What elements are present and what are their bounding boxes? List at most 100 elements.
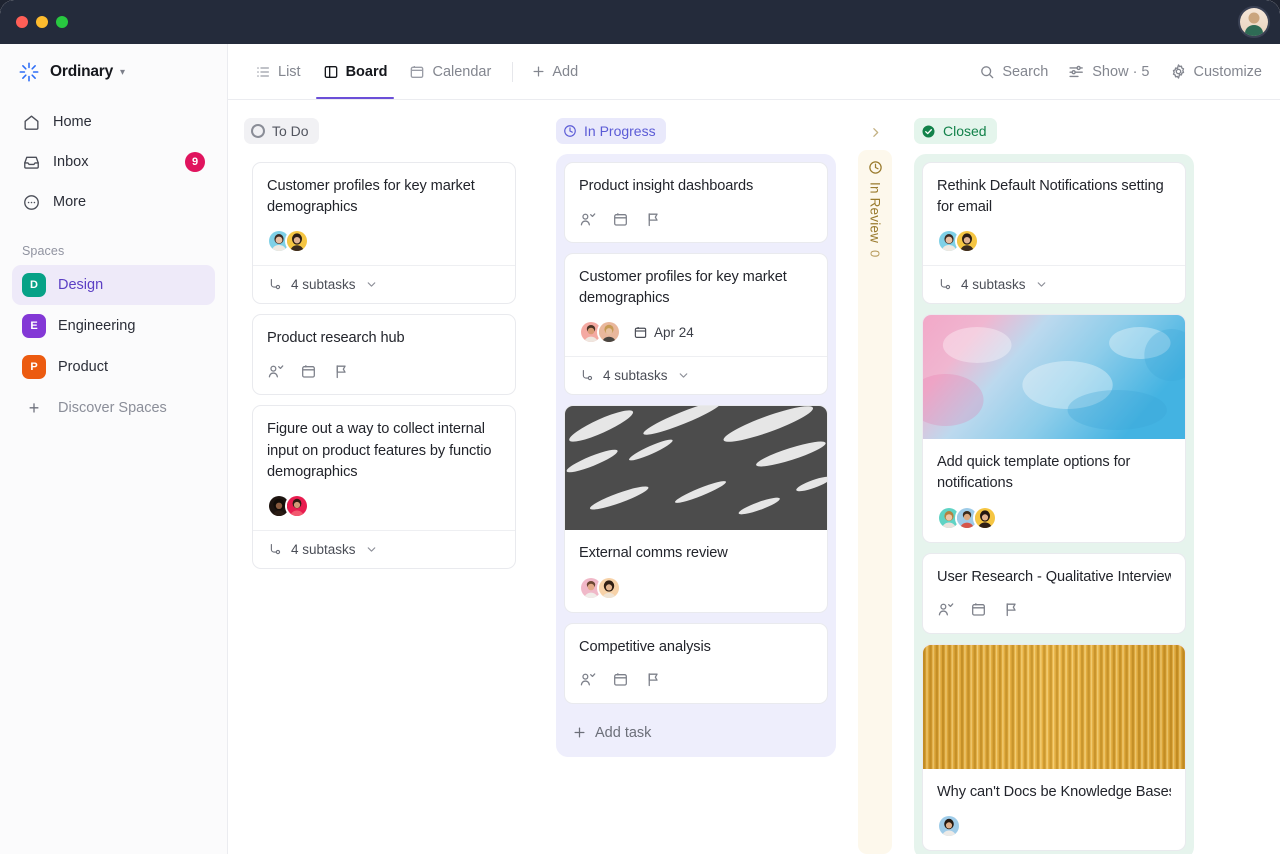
due-date-label: Apr 24 [654,325,694,340]
search-button[interactable]: Search [979,64,1048,80]
calendar-icon[interactable] [300,363,317,380]
assignee-icon[interactable] [579,211,596,228]
subtasks-toggle[interactable]: 4 subtasks [923,265,1185,303]
due-date[interactable]: Apr 24 [633,325,694,340]
column-header[interactable]: To Do [244,118,524,154]
task-card[interactable]: Rethink Default Notifications setting fo… [922,162,1186,304]
card-body: Customer profiles for key market demogra… [565,254,827,356]
assignee-icon[interactable] [937,601,954,618]
chevron-down-icon: ▾ [120,67,125,78]
task-card[interactable]: Customer profiles for key market demogra… [252,162,516,304]
assignee-icon[interactable] [579,671,596,688]
assignee-avatars[interactable] [579,576,621,600]
expand-column-button[interactable] [861,118,889,146]
chevron-down-icon [365,543,378,556]
toolbar-actions: Search Show · 5 Customize [979,63,1262,80]
task-card[interactable]: Competitive analysis [564,623,828,704]
chevron-down-icon [365,278,378,291]
subtasks-toggle[interactable]: 4 subtasks [253,265,515,303]
user-avatar[interactable] [1238,6,1270,38]
gear-icon [1170,63,1187,80]
subtasks-toggle[interactable]: 4 subtasks [253,530,515,568]
calendar-icon[interactable] [612,671,629,688]
status-badge-in-progress[interactable]: In Progress [556,118,666,144]
card-title: Figure out a way to collect internal inp… [267,419,501,482]
calendar-icon[interactable] [612,211,629,228]
task-card[interactable]: Figure out a way to collect internal inp… [252,405,516,568]
assignee-avatars[interactable] [937,814,961,838]
assignee-avatars[interactable] [267,229,309,253]
show-label: Show · 5 [1092,64,1149,80]
status-label: Closed [943,123,987,139]
space-chip-engineering: E [22,314,46,338]
column-header[interactable]: In Progress [556,118,836,154]
card-body: Competitive analysis [565,624,827,703]
task-card[interactable]: External comms review [564,405,828,612]
task-card[interactable]: Add quick template options for notificat… [922,314,1186,542]
flag-icon[interactable] [333,363,350,380]
traffic-lights [16,16,68,28]
sliders-icon [1068,63,1085,80]
status-badge-todo[interactable]: To Do [244,118,319,144]
tab-calendar[interactable]: Calendar [400,44,500,99]
assignee-avatars[interactable] [937,506,997,530]
workspace-switcher[interactable]: Ordinary ▾ [0,48,227,96]
column-cards: Product insight dashboards [556,154,836,757]
task-card[interactable]: Product insight dashboards [564,162,828,243]
card-quick-actions [579,211,662,228]
task-card[interactable]: User Research - Qualitative Interviews [922,553,1186,634]
add-view-button[interactable]: Add [525,64,584,80]
sidebar-item-inbox[interactable]: Inbox 9 [12,142,215,182]
subtask-icon [937,277,952,292]
assignee-avatars[interactable] [937,229,979,253]
sidebar-item-engineering[interactable]: E Engineering [12,306,215,346]
collapsed-status-label: In Review [868,182,883,243]
show-filters-button[interactable]: Show · 5 [1068,63,1149,80]
sidebar-item-product[interactable]: P Product [12,347,215,387]
add-task-button[interactable]: Add task [564,714,828,749]
minimize-window-button[interactable] [36,16,48,28]
sidebar-item-more[interactable]: More [12,182,215,222]
view-toolbar: List Board Calendar [228,44,1280,100]
chevron-down-icon [1035,278,1048,291]
customize-button[interactable]: Customize [1170,63,1263,80]
card-title: Why can't Docs be Knowledge Bases [937,782,1171,803]
assignee-avatars[interactable] [579,320,621,344]
flag-icon[interactable] [645,671,662,688]
assignee-icon[interactable] [267,363,284,380]
avatar [285,229,309,253]
sparkle-logo-icon [18,61,40,83]
subtasks-label: 4 subtasks [291,542,356,557]
card-body: External comms review [565,530,827,611]
collapsed-column-body[interactable]: In Review 0 [858,150,892,854]
calendar-icon[interactable] [970,601,987,618]
sidebar-item-discover-spaces[interactable]: + Discover Spaces [12,388,215,428]
flag-icon[interactable] [1003,601,1020,618]
card-meta [937,814,1171,838]
avatar [955,229,979,253]
card-meta [267,229,501,253]
task-card[interactable]: Customer profiles for key market demogra… [564,253,828,395]
flag-icon[interactable] [645,211,662,228]
card-meta [579,576,813,600]
collapsed-status-count: 0 [868,250,883,257]
sidebar-item-design[interactable]: D Design [12,265,215,305]
task-card[interactable]: Why can't Docs be Knowledge Bases [922,644,1186,851]
sidebar-item-home[interactable]: Home [12,102,215,142]
kanban-board: To Do Customer profiles for key market d… [228,100,1280,854]
subtasks-toggle[interactable]: 4 subtasks [565,356,827,394]
card-body: Customer profiles for key market demogra… [253,163,515,265]
tab-list[interactable]: List [246,44,310,99]
status-badge-closed[interactable]: Closed [914,118,997,144]
maximize-window-button[interactable] [56,16,68,28]
task-card[interactable]: Product research hub [252,314,516,395]
status-label: In Progress [584,123,656,139]
tab-board[interactable]: Board [314,44,397,99]
column-header[interactable]: Closed [914,118,1194,154]
board-icon [323,64,339,80]
check-circle-icon [921,124,936,139]
card-body: Add quick template options for notificat… [923,439,1185,541]
close-window-button[interactable] [16,16,28,28]
assignee-avatars[interactable] [267,494,309,518]
plus-icon [572,725,587,740]
